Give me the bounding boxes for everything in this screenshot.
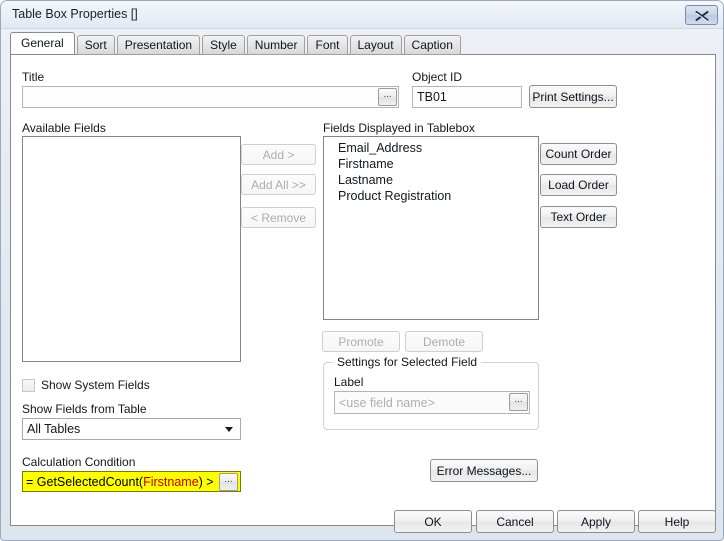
demote-button[interactable]: Demote — [405, 331, 483, 352]
displayed-fields-label: Fields Displayed in Tablebox — [323, 121, 475, 135]
list-item[interactable]: Lastname — [324, 172, 538, 188]
settings-for-selected-field-group: Settings for Selected Field Label <use f… — [323, 355, 539, 430]
error-messages-button[interactable]: Error Messages... — [430, 459, 538, 482]
apply-button[interactable]: Apply — [557, 510, 635, 533]
object-id-input[interactable]: TB01 — [412, 86, 522, 108]
list-item[interactable]: Email_Address — [324, 140, 538, 156]
calc-expression-suffix: ) > — [198, 474, 214, 489]
object-id-label: Object ID — [412, 70, 463, 84]
available-fields-listbox[interactable] — [22, 136, 241, 362]
print-settings-button[interactable]: Print Settings... — [529, 85, 617, 108]
tab-strip: General Sort Presentation Style Number F… — [10, 32, 463, 55]
calculation-condition-ellipsis-button[interactable]: ... — [219, 473, 238, 491]
close-icon — [695, 11, 709, 22]
label-field-ellipsis-button[interactable]: ... — [509, 393, 528, 411]
add-button[interactable]: Add > — [241, 144, 316, 165]
tab-style[interactable]: Style — [202, 35, 245, 55]
tab-general[interactable]: General — [10, 32, 75, 55]
show-fields-from-table-label: Show Fields from Table — [22, 402, 147, 416]
chevron-down-icon — [225, 427, 233, 432]
title-ellipsis-button[interactable]: ... — [378, 88, 397, 106]
show-system-fields-label: Show System Fields — [41, 378, 150, 392]
remove-button[interactable]: < Remove — [241, 207, 316, 228]
label-field-input[interactable]: <use field name> — [334, 391, 530, 414]
show-fields-from-table-select[interactable]: All Tables — [22, 418, 241, 440]
checkbox-box-icon — [22, 378, 35, 392]
ok-button[interactable]: OK — [394, 510, 472, 533]
settings-group-title: Settings for Selected Field — [333, 355, 482, 369]
calculation-condition-label: Calculation Condition — [22, 455, 136, 469]
tab-caption[interactable]: Caption — [403, 35, 461, 55]
calculation-condition-input[interactable]: = GetSelectedCount( Firstname ) > — [22, 471, 241, 492]
title-label: Title — [22, 70, 45, 84]
available-fields-label: Available Fields — [22, 121, 106, 135]
list-item[interactable]: Product Registration — [324, 188, 538, 204]
general-tab-page: Title ... Object ID TB01 Print Settings.… — [10, 54, 716, 526]
close-button[interactable] — [685, 5, 718, 25]
show-fields-from-table-value: All Tables — [27, 422, 81, 436]
displayed-fields-listbox[interactable]: Email_Address Firstname Lastname Product… — [323, 136, 539, 320]
calc-expression-field-token: Firstname — [143, 474, 199, 489]
show-system-fields-checkbox[interactable]: Show System Fields — [22, 378, 150, 392]
table-box-properties-dialog: Table Box Properties [] General Sort Pre… — [0, 0, 724, 541]
tab-number[interactable]: Number — [246, 35, 306, 55]
title-bar: Table Box Properties [] — [1, 1, 723, 29]
window-title: Table Box Properties [] — [12, 7, 138, 21]
tab-presentation[interactable]: Presentation — [116, 35, 201, 55]
help-button[interactable]: Help — [638, 510, 716, 533]
cancel-button[interactable]: Cancel — [476, 510, 554, 533]
label-field-label: Label — [334, 375, 364, 389]
title-input[interactable] — [22, 86, 399, 108]
tab-font[interactable]: Font — [307, 35, 348, 55]
list-item[interactable]: Firstname — [324, 156, 538, 172]
add-all-button[interactable]: Add All >> — [241, 174, 316, 195]
tab-sort[interactable]: Sort — [76, 35, 115, 55]
promote-button[interactable]: Promote — [322, 331, 400, 352]
tab-layout[interactable]: Layout — [349, 35, 402, 55]
text-order-button[interactable]: Text Order — [540, 206, 617, 228]
count-order-button[interactable]: Count Order — [540, 143, 617, 165]
calc-expression-prefix: = GetSelectedCount( — [26, 474, 144, 489]
load-order-button[interactable]: Load Order — [540, 174, 617, 196]
